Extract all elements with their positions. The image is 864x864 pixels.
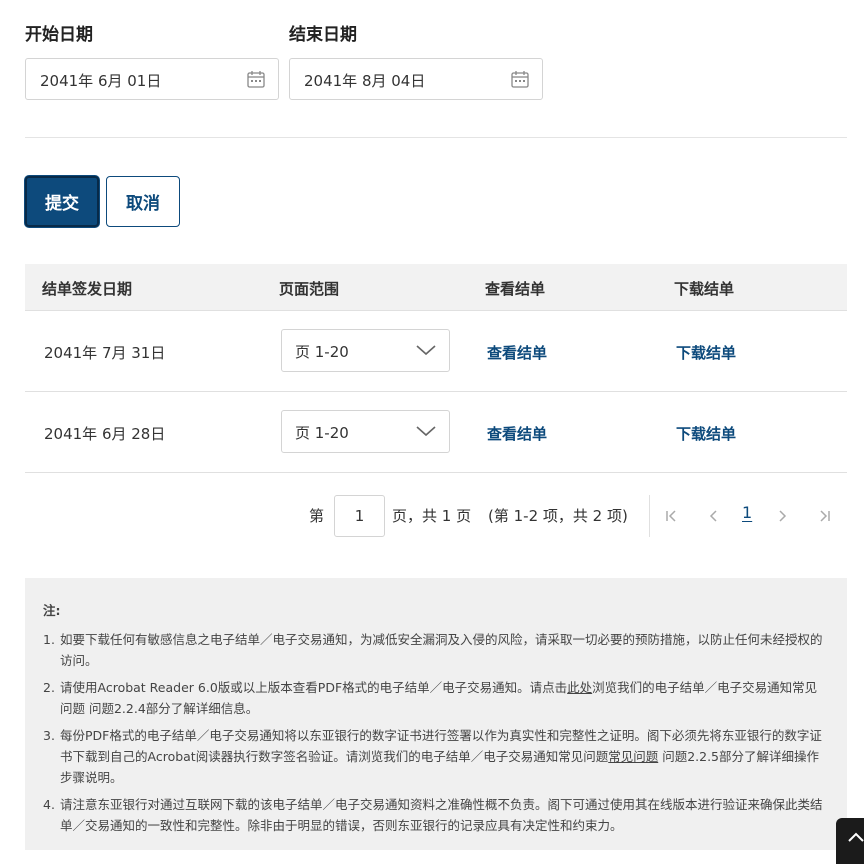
pagination-suffix: 页，共 1 页 — [392, 507, 472, 525]
table-header: 结单签发日期 页面范围 查看结单 下载结单 — [25, 264, 847, 311]
end-date-field[interactable]: 2041年 8月 04日 — [289, 58, 543, 100]
page-range-value: 页 1-20 — [295, 424, 349, 442]
note-number: 1. — [43, 632, 55, 647]
note-number: 3. — [43, 728, 55, 743]
download-statement-link[interactable]: 下载结单 — [676, 342, 736, 363]
next-page-icon[interactable] — [776, 508, 790, 524]
download-statement-link[interactable]: 下载结单 — [676, 423, 736, 444]
pagination-divider — [649, 495, 650, 537]
note-item: 2. 请使用Acrobat Reader 6.0版或以上版本查看PDF格式的电子… — [43, 677, 829, 719]
notes-list: 1. 如要下载任何有敏感信息之电子结单／电子交易通知，为减低安全漏洞及入侵的风险… — [43, 629, 829, 836]
view-statement-link[interactable]: 查看结单 — [487, 342, 547, 363]
column-header-page-range: 页面范围 — [279, 280, 340, 298]
chevron-down-icon — [416, 426, 436, 437]
calendar-icon[interactable] — [246, 69, 266, 89]
submit-button[interactable]: 提交 — [25, 176, 99, 227]
page-number-input[interactable]: 1 — [334, 495, 385, 537]
page-range-select[interactable]: 页 1-20 — [281, 410, 450, 453]
notes-panel: 注: 1. 如要下载任何有敏感信息之电子结单／电子交易通知，为减低安全漏洞及入侵… — [25, 578, 847, 850]
chevron-down-icon — [416, 345, 436, 356]
first-page-icon[interactable] — [664, 508, 678, 524]
start-date-label: 开始日期 — [25, 25, 93, 45]
current-page-link[interactable]: 1 — [742, 503, 752, 522]
notes-title: 注: — [43, 603, 61, 618]
end-date-label: 结束日期 — [289, 25, 357, 45]
faq-link[interactable]: 常见问题 — [608, 749, 658, 764]
note-text: 如要下载任何有敏感信息之电子结单／电子交易通知，为减低安全漏洞及入侵的风险，请采… — [60, 632, 823, 668]
page-range-select[interactable]: 页 1-20 — [281, 329, 450, 372]
section-divider — [25, 137, 847, 138]
note-text: 请注意东亚银行对通过互联网下载的该电子结单／电子交易通知资料之准确性概不负责。阁… — [60, 797, 823, 833]
pagination-summary: (第 1-2 项，共 2 项) — [488, 507, 628, 525]
note-item: 4. 请注意东亚银行对通过互联网下载的该电子结单／电子交易通知资料之准确性概不负… — [43, 794, 829, 836]
table-row: 2041年 7月 31日 页 1-20 查看结单 下载结单 — [25, 311, 847, 392]
column-header-issue-date: 结单签发日期 — [42, 280, 133, 298]
note-number: 4. — [43, 797, 55, 812]
page-range-value: 页 1-20 — [295, 343, 349, 361]
note-item: 3. 每份PDF格式的电子结单／电子交易通知将以东亚银行的数字证书进行签署以作为… — [43, 725, 829, 788]
last-page-icon[interactable] — [818, 508, 832, 524]
statement-date: 2041年 7月 31日 — [44, 344, 166, 362]
statement-date: 2041年 6月 28日 — [44, 425, 166, 443]
column-header-view: 查看结单 — [485, 280, 546, 298]
column-header-download: 下载结单 — [674, 280, 735, 298]
pagination-prefix: 第 — [309, 507, 325, 525]
previous-page-icon[interactable] — [706, 508, 720, 524]
start-date-value: 2041年 6月 01日 — [40, 72, 162, 90]
note-text: 请使用Acrobat Reader 6.0版或以上版本查看PDF格式的电子结单／… — [60, 680, 568, 695]
view-statement-link[interactable]: 查看结单 — [487, 423, 547, 444]
back-to-top-button[interactable] — [836, 818, 864, 864]
here-link[interactable]: 此处 — [567, 680, 592, 695]
note-item: 1. 如要下载任何有敏感信息之电子结单／电子交易通知，为减低安全漏洞及入侵的风险… — [43, 629, 829, 671]
note-number: 2. — [43, 680, 55, 695]
table-row: 2041年 6月 28日 页 1-20 查看结单 下载结单 — [25, 392, 847, 473]
calendar-icon[interactable] — [510, 69, 530, 89]
start-date-field[interactable]: 2041年 6月 01日 — [25, 58, 279, 100]
cancel-button[interactable]: 取消 — [106, 176, 180, 227]
pagination: 第 1 页，共 1 页 (第 1-2 项，共 2 项) 1 — [0, 495, 864, 537]
end-date-value: 2041年 8月 04日 — [304, 72, 426, 90]
chevron-up-icon — [848, 832, 864, 842]
